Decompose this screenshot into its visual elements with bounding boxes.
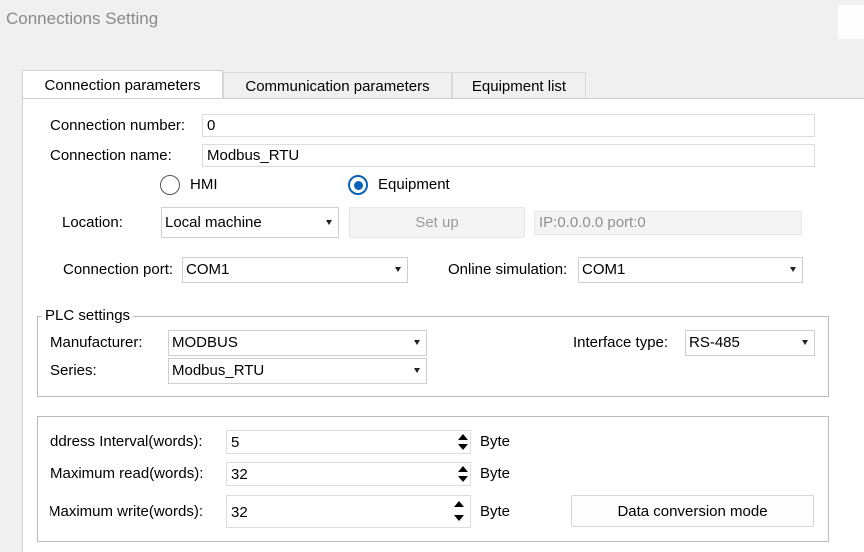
address-interval-stepper[interactable]: 5 — [226, 430, 471, 454]
chevron-down-icon — [414, 340, 420, 345]
equipment-radio-label: Equipment — [378, 176, 450, 193]
online-simulation-value: COM1 — [582, 261, 626, 278]
address-interval-label: ddress Interval(words): — [50, 433, 203, 450]
stepper-buttons[interactable] — [454, 463, 470, 485]
address-interval-unit: Byte — [480, 433, 511, 450]
arrow-down-icon[interactable] — [454, 515, 464, 521]
data-conversion-mode-button[interactable]: Data conversion mode — [571, 495, 814, 527]
arrow-down-icon[interactable] — [458, 444, 468, 450]
address-interval-value: 5 — [231, 434, 240, 451]
max-read-stepper[interactable]: 32 — [226, 462, 471, 486]
hmi-radio-label: HMI — [190, 176, 218, 193]
online-simulation-label: Online simulation: — [448, 261, 568, 278]
tab-label: Connection parameters — [44, 77, 201, 94]
max-write-label: Maximum write(words): — [50, 503, 204, 520]
tab-label: Communication parameters — [245, 77, 430, 95]
chevron-down-icon — [326, 220, 332, 225]
manufacturer-label: Manufacturer: — [50, 334, 143, 351]
connection-port-select[interactable]: COM1 — [182, 257, 408, 283]
chevron-down-icon — [414, 368, 420, 373]
address-interval-label-wrap: ddress Interval(words): — [50, 433, 220, 453]
series-label: Series: — [50, 362, 97, 379]
chevron-down-icon — [802, 340, 808, 345]
tab-label: Equipment list — [471, 77, 567, 95]
interface-type-select[interactable]: RS-485 — [685, 330, 815, 356]
tab-communication-parameters[interactable]: Communication parameters — [223, 72, 452, 99]
chevron-down-icon — [395, 267, 401, 272]
plc-settings-title: PLC settings — [42, 307, 134, 325]
max-read-label: Maximum read(words): — [50, 465, 204, 482]
arrow-up-icon[interactable] — [458, 434, 468, 440]
online-simulation-select[interactable]: COM1 — [578, 257, 803, 283]
window-title: Connections Setting — [6, 9, 159, 28]
connection-number-label: Connection number: — [50, 117, 186, 134]
manufacturer-select[interactable]: MODBUS — [168, 330, 427, 356]
chevron-down-icon — [790, 267, 796, 272]
location-select[interactable]: Local machine — [161, 207, 339, 238]
series-select[interactable]: Modbus_RTU — [168, 358, 427, 384]
stepper-buttons[interactable] — [448, 496, 470, 527]
arrow-down-icon[interactable] — [458, 476, 468, 482]
close-button[interactable] — [838, 5, 864, 39]
connection-port-value: COM1 — [186, 261, 230, 278]
connection-name-label: Connection name: — [50, 147, 172, 164]
location-label: Location: — [62, 214, 123, 231]
max-write-label-wrap: Maximum write(words): — [50, 503, 220, 523]
max-write-unit: Byte — [480, 503, 511, 520]
tab-connection-parameters[interactable]: Connection parameters — [22, 70, 223, 100]
setup-button-label: Set up — [415, 214, 459, 231]
interface-type-value: RS-485 — [689, 334, 740, 351]
connection-port-label: Connection port: — [63, 261, 174, 278]
max-read-unit: Byte — [480, 465, 511, 482]
tab-equipment-list[interactable]: Equipment list — [452, 72, 586, 99]
arrow-up-icon[interactable] — [454, 501, 464, 507]
manufacturer-value: MODBUS — [172, 334, 238, 351]
stepper-buttons[interactable] — [454, 431, 470, 453]
hmi-radio[interactable] — [160, 175, 180, 195]
max-read-value: 32 — [231, 466, 248, 483]
interface-type-label: Interface type: — [573, 334, 669, 351]
connection-number-field[interactable]: 0 — [202, 114, 815, 137]
max-write-value: 32 — [231, 504, 248, 521]
location-value: Local machine — [165, 214, 262, 231]
data-conversion-mode-label: Data conversion mode — [617, 502, 768, 520]
setup-button[interactable]: Set up — [349, 207, 525, 238]
max-write-stepper[interactable]: 32 — [226, 495, 471, 528]
ip-port-display: IP:0.0.0.0 port:0 — [534, 211, 802, 235]
plc-settings-group — [37, 316, 829, 397]
connection-name-field[interactable]: Modbus_RTU — [202, 144, 815, 167]
arrow-up-icon[interactable] — [458, 466, 468, 472]
series-value: Modbus_RTU — [172, 362, 265, 379]
equipment-radio[interactable] — [348, 175, 368, 195]
